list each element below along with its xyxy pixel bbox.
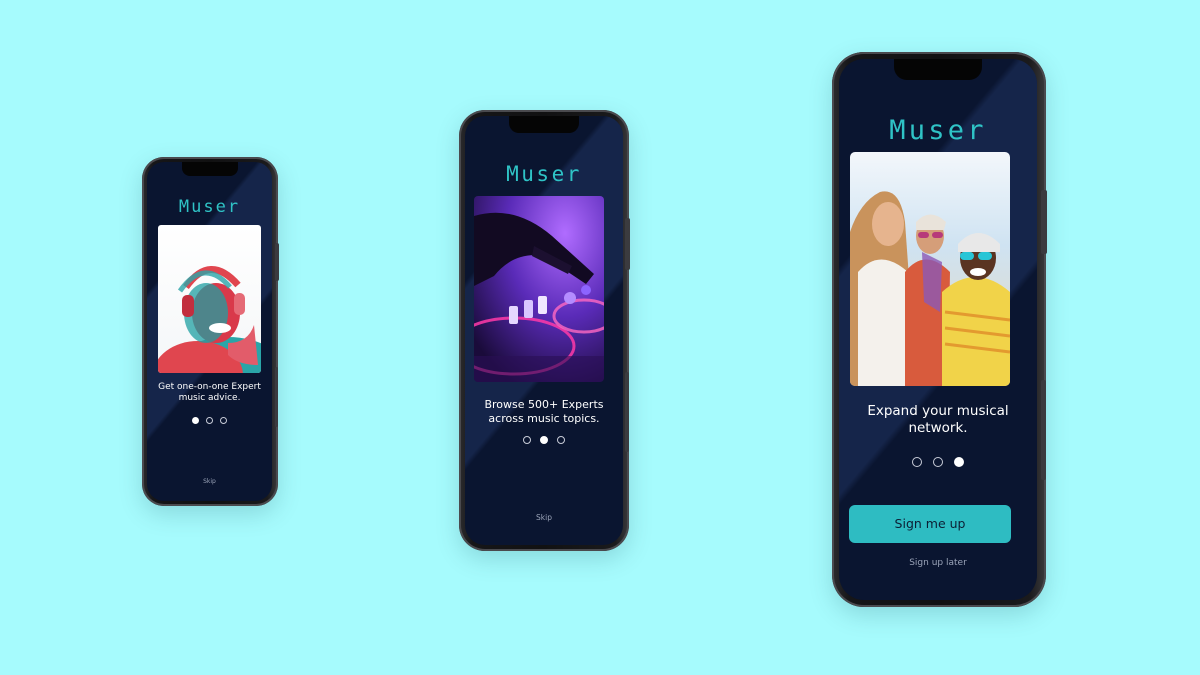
page-indicator — [839, 457, 1037, 467]
onboarding-screen-2: Muser Browse 500+ Experts across music t… — [465, 116, 623, 545]
power-button — [625, 218, 630, 270]
side-button — [625, 372, 629, 452]
side-button — [1041, 380, 1046, 480]
woman-headphones-image — [158, 225, 261, 373]
side-button — [275, 367, 278, 427]
page-dot-2[interactable] — [206, 417, 213, 424]
page-indicator — [147, 417, 272, 424]
power-button — [275, 243, 279, 281]
page-dot-1[interactable] — [523, 436, 531, 444]
page-dot-3[interactable] — [954, 457, 964, 467]
onboarding-caption: Expand your musical network. — [867, 403, 1009, 436]
page-dot-1[interactable] — [912, 457, 922, 467]
power-button — [1041, 190, 1047, 254]
app-logo: Muser — [506, 162, 582, 186]
onboarding-screen-1: Muser Get one-on-one Expert music advice… — [147, 162, 272, 501]
onboarding-screen-3: Muser Expand your musical network. Sign … — [839, 59, 1037, 600]
app-logo: Muser — [178, 197, 241, 217]
woman-headphones-illustration — [158, 225, 261, 373]
friends-sunglasses-image — [850, 152, 1010, 386]
notch — [509, 116, 579, 133]
page-dot-3[interactable] — [220, 417, 227, 424]
phone-mockup-3: Muser Expand your musical network. Sign … — [832, 52, 1047, 607]
skip-link[interactable]: Skip — [465, 513, 623, 522]
phone-mockup-2: Muser Browse 500+ Experts across music t… — [459, 110, 630, 551]
page-dot-2[interactable] — [933, 457, 943, 467]
dj-turntable-image — [474, 196, 604, 382]
onboarding-caption: Browse 500+ Experts across music topics. — [484, 398, 604, 425]
skip-link[interactable]: Skip — [147, 478, 272, 485]
notch — [181, 162, 238, 176]
phone-mockup-1: Muser Get one-on-one Expert music advice… — [142, 157, 279, 506]
sign-up-later-link[interactable]: Sign up later — [839, 558, 1037, 568]
page-dot-2[interactable] — [540, 436, 548, 444]
page-dot-1[interactable] — [192, 417, 199, 424]
onboarding-caption: Get one-on-one Expert music advice. — [158, 382, 261, 404]
notch — [894, 59, 982, 80]
friends-sunglasses-illustration — [850, 152, 1010, 386]
dj-turntable-illustration — [474, 196, 604, 382]
sign-me-up-button[interactable]: Sign me up — [849, 505, 1011, 543]
page-indicator — [465, 436, 623, 444]
app-logo: Muser — [889, 115, 987, 146]
page-dot-3[interactable] — [557, 436, 565, 444]
